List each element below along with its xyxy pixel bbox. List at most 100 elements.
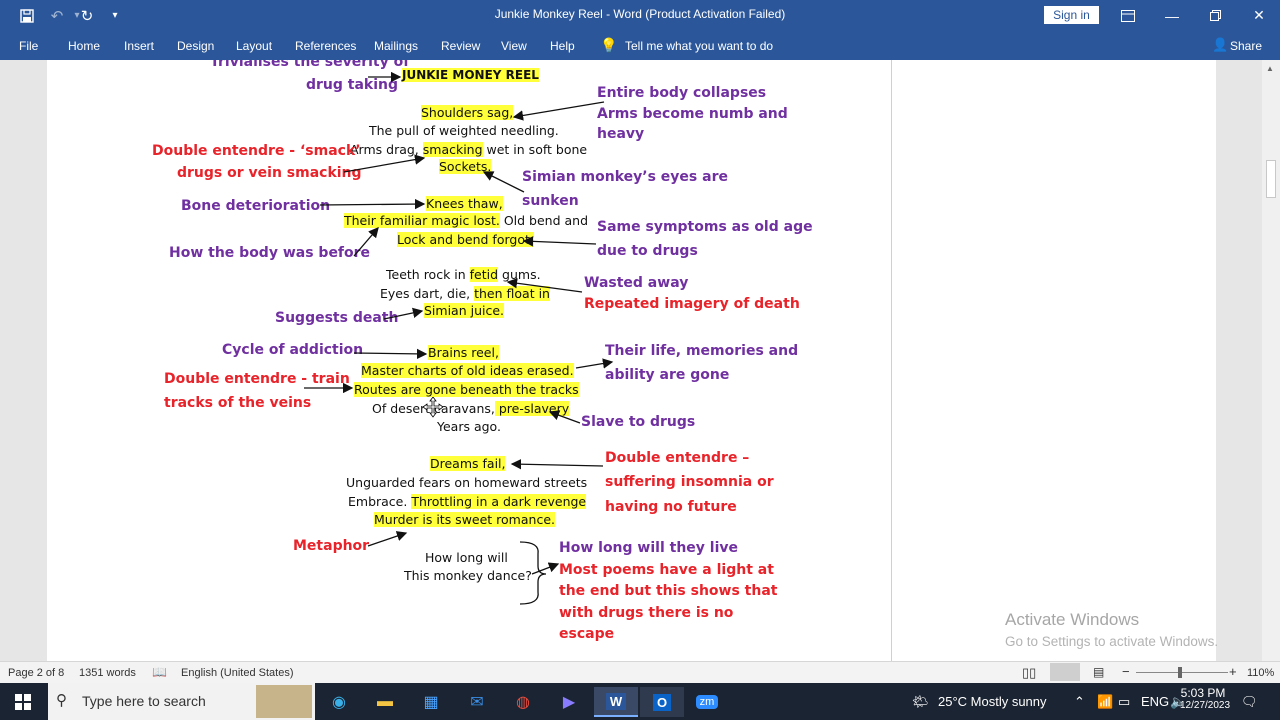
poem-line: Teeth rock in fetid gums. [386, 267, 541, 282]
poem-line: How long will [425, 550, 508, 565]
ribbon-tabs: File Home Insert Design Layout Reference… [0, 31, 1280, 60]
share-button[interactable]: Share [1230, 39, 1262, 53]
document-area: JUNKIE MONEY REEL Shoulders sag, The pul… [0, 60, 1280, 661]
tab-references[interactable]: References [295, 39, 356, 53]
poem-line: Murder is its sweet romance. [374, 512, 555, 527]
annotation: Simian monkey’s eyes are [522, 169, 728, 185]
tab-layout[interactable]: Layout [236, 39, 272, 53]
annotation: Double entendre - train [164, 371, 350, 387]
annotation: due to drugs [597, 243, 698, 259]
poem-title: JUNKIE MONEY REEL [402, 68, 539, 82]
file-explorer-icon[interactable]: ▬ [366, 687, 404, 717]
annotation: Wasted away [584, 275, 689, 291]
zoom-level[interactable]: 110% [1247, 667, 1274, 679]
word-icon[interactable]: W [594, 687, 638, 717]
restore-icon[interactable] [1193, 0, 1237, 31]
poem-line: Lock and bend forgot. [397, 232, 534, 247]
annotation: Repeated imagery of death [584, 296, 800, 312]
wifi-icon[interactable]: 📶 [1097, 683, 1113, 720]
poem-line: Shoulders sag, [421, 105, 514, 120]
print-layout-icon[interactable] [1050, 663, 1080, 681]
clock-time: 5:03 PM [1180, 686, 1226, 700]
read-mode-icon[interactable]: ▯▯ [1022, 665, 1036, 681]
word-count[interactable]: 1351 words [79, 667, 136, 679]
annotation: heavy [597, 126, 645, 142]
scroll-up-icon[interactable]: ▲ [1266, 64, 1274, 73]
windows-start-icon[interactable] [4, 687, 42, 717]
scrollbar-thumb[interactable] [1266, 160, 1276, 198]
annotation: Double entendre – [605, 450, 750, 466]
annotation: How long will they live [559, 540, 738, 556]
taskbar-search[interactable]: ⚲ Type here to search [48, 683, 315, 720]
taskbar: ⚲ Type here to search ◉ ▬ ▦ ✉ ◍ ▶ W O zm… [0, 683, 1280, 720]
annotation: drugs or vein smacking [177, 165, 362, 181]
zoom-out-icon[interactable]: − [1122, 664, 1130, 679]
media-icon[interactable]: ▶ [550, 687, 588, 717]
web-layout-icon[interactable]: ▤ [1093, 665, 1104, 679]
zoom-in-icon[interactable]: + [1229, 664, 1237, 679]
mail-icon[interactable]: ✉ [458, 687, 496, 717]
language-status[interactable]: English (United States) [181, 667, 294, 679]
vertical-scrollbar[interactable]: ▲ [1262, 60, 1280, 661]
zoom-slider-thumb[interactable] [1178, 667, 1182, 678]
tab-view[interactable]: View [501, 39, 527, 53]
poem-line: Years ago. [437, 419, 501, 434]
title-bar: ↶ ▾ ↻ ▾ Junkie Monkey Reel - Word (Produ… [0, 0, 1280, 31]
search-icon: ⚲ [56, 692, 67, 709]
tab-file[interactable]: File [19, 39, 38, 53]
annotation: Their life, memories and [605, 343, 799, 359]
zoom-slider[interactable] [1136, 672, 1228, 673]
annotation: tracks of the veins [164, 395, 312, 411]
notifications-icon[interactable]: 🗨 [1241, 683, 1258, 720]
tab-home[interactable]: Home [68, 39, 100, 53]
poem-line: Brains reel, [428, 345, 499, 360]
tab-mailings[interactable]: Mailings [374, 39, 418, 53]
poem-line: Eyes dart, die, then float in [380, 286, 550, 301]
next-page [891, 60, 1216, 661]
page-count[interactable]: Page 2 of 8 [8, 667, 64, 679]
tell-me-search[interactable]: Tell me what you want to do [625, 39, 773, 53]
edge-icon[interactable]: ◉ [320, 687, 358, 717]
annotation: Slave to drugs [581, 414, 696, 430]
annotation: Cycle of addiction [222, 342, 364, 358]
annotation: Metaphor [293, 538, 370, 554]
clock[interactable]: 5:03 PM 12/27/2023 [1180, 686, 1231, 711]
tab-insert[interactable]: Insert [124, 39, 154, 53]
annotation: ability are gone [605, 367, 730, 383]
annotation: Entire body collapses [597, 85, 767, 101]
minimize-icon[interactable]: — [1150, 0, 1194, 31]
input-language[interactable]: ENG [1141, 683, 1169, 720]
tab-design[interactable]: Design [177, 39, 214, 53]
poem-line: Of desert caravans, pre-slavery [372, 401, 570, 416]
clock-date: 12/27/2023 [1180, 700, 1231, 711]
annotation: Arms become numb and [597, 106, 788, 122]
poem-line: Sockets. [439, 159, 492, 174]
poem-line: Embrace. Throttling in a dark revenge [348, 494, 587, 509]
weather-text[interactable]: 25°C Mostly sunny [938, 683, 1047, 720]
weather-icon[interactable]: 🌤 [912, 683, 929, 720]
sign-in-button[interactable]: Sign in [1044, 6, 1099, 24]
ribbon-display-options-icon[interactable] [1106, 0, 1150, 31]
annotation: having no future [605, 499, 737, 515]
annotation: escape [559, 626, 615, 642]
annotation: suffering insomnia or [605, 474, 774, 490]
annotation: How the body was before [169, 245, 371, 261]
outlook-icon[interactable]: O [640, 687, 684, 717]
store-icon[interactable]: ▦ [412, 687, 450, 717]
proofing-icon[interactable]: 📖 [152, 665, 167, 679]
poem-line: The pull of weighted needling. [369, 123, 559, 138]
tab-help[interactable]: Help [550, 39, 575, 53]
battery-icon[interactable]: ▭ [1118, 683, 1130, 720]
close-icon[interactable]: ✕ [1237, 0, 1280, 31]
poem-line: Routes are gone beneath the tracks [354, 382, 579, 397]
poem-line: Dreams fail, [430, 456, 506, 471]
chrome-icon[interactable]: ◍ [504, 687, 542, 717]
annotation: drug taking [306, 77, 399, 93]
person-icon: 👤 [1212, 37, 1229, 52]
annotation: Most poems have a light at [559, 562, 774, 578]
tray-chevron-icon[interactable]: ⌃ [1074, 683, 1085, 720]
poem-line: Simian juice. [424, 303, 505, 318]
zoom-app-icon[interactable]: zm [688, 687, 726, 717]
tab-review[interactable]: Review [441, 39, 480, 53]
lightbulb-icon: 💡 [600, 37, 618, 53]
